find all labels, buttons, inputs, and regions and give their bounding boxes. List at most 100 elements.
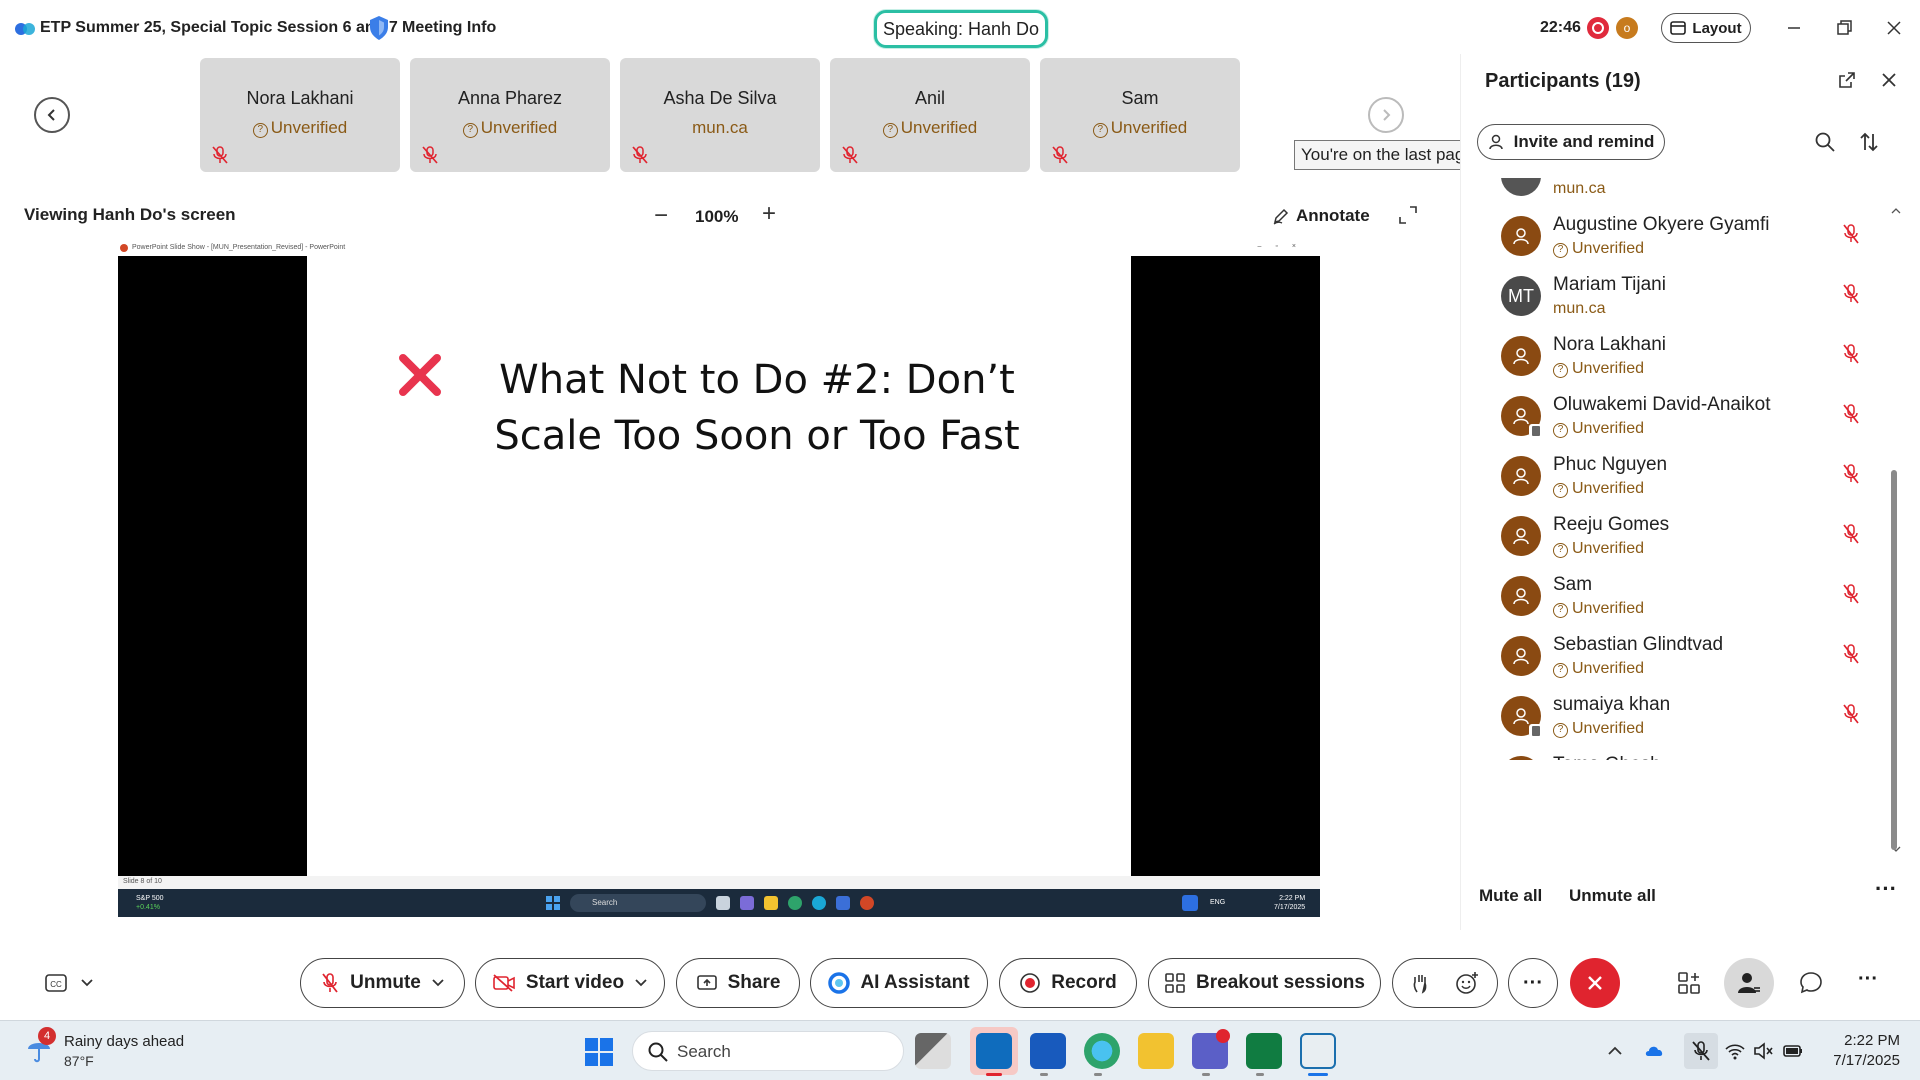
participant-avatar [1501, 456, 1541, 496]
layout-button[interactable]: Layout [1661, 13, 1751, 43]
participant-sub-label: Unverified [1572, 540, 1645, 557]
participant-thumbnail[interactable]: Anil? Unverified [830, 58, 1030, 172]
participant-sub-label: Unverified [1572, 720, 1645, 737]
participant-row[interactable]: MT Mariam Tijani mun.ca [1461, 268, 1901, 328]
captions-icon[interactable]: CC [44, 972, 100, 994]
participant-row[interactable]: Oluwakemi David-Anaikot? Unverified [1461, 388, 1901, 448]
webex-logo-icon [15, 23, 35, 35]
more-options-button[interactable]: ··· [1508, 958, 1558, 1008]
participant-thumbnail[interactable]: Sam? Unverified [1040, 58, 1240, 172]
participant-avatar [1501, 178, 1541, 196]
breakout-label: Breakout sessions [1196, 972, 1365, 993]
close-window-icon[interactable] [1882, 16, 1906, 40]
chat-icon[interactable] [1798, 970, 1824, 996]
mic-muted-icon[interactable] [1843, 224, 1859, 244]
participant-row-partial[interactable]: mun.ca [1461, 178, 1901, 208]
participant-thumbnail[interactable]: Asha De Silva mun.ca [620, 58, 820, 172]
unmute-all-button[interactable]: Unmute all [1569, 886, 1656, 906]
ai-assistant-button[interactable]: AI Assistant [810, 958, 988, 1008]
webex-app-icon[interactable] [1300, 1033, 1336, 1069]
search-icon[interactable] [1814, 131, 1836, 153]
close-panel-icon[interactable] [1879, 70, 1899, 90]
meeting-info-button[interactable]: Meeting Info [402, 19, 496, 37]
excel-running-indicator [1256, 1073, 1264, 1076]
zoom-out-button[interactable]: − [654, 204, 668, 228]
word-icon[interactable] [1030, 1033, 1066, 1069]
raise-hand-icon[interactable] [1411, 972, 1431, 994]
annotate-button[interactable]: Annotate [1272, 206, 1370, 226]
record-button[interactable]: Record [999, 958, 1137, 1008]
participant-row[interactable]: sumaiya khan? Unverified [1461, 688, 1901, 748]
scrollbar-thumb[interactable] [1891, 470, 1897, 850]
share-button[interactable]: Share [676, 958, 800, 1008]
onedrive-cloud-icon[interactable] [1644, 1040, 1666, 1062]
unmute-button[interactable]: Unmute [300, 958, 465, 1008]
next-page-button[interactable] [1368, 97, 1404, 133]
person-icon [1513, 528, 1529, 545]
participant-thumbnail[interactable]: Nora Lakhani? Unverified [200, 58, 400, 172]
reactions-icon[interactable] [1455, 971, 1479, 995]
task-view-icon[interactable] [915, 1033, 951, 1069]
end-call-button[interactable] [1570, 958, 1620, 1008]
user-avatar[interactable]: o [1616, 17, 1638, 39]
mic-muted-icon[interactable] [1843, 644, 1859, 664]
popout-icon[interactable] [1837, 70, 1857, 90]
mic-muted-icon[interactable] [1843, 464, 1859, 484]
edge-icon[interactable] [1084, 1033, 1120, 1069]
mute-all-button[interactable]: Mute all [1479, 886, 1542, 906]
participant-avatar [1501, 336, 1541, 376]
mic-muted-icon[interactable] [1843, 344, 1859, 364]
show-hidden-icons-chevron-up-icon[interactable] [1604, 1040, 1626, 1062]
windows-start-button-icon[interactable] [584, 1037, 614, 1067]
chevron-down-icon[interactable] [431, 978, 445, 988]
participant-row[interactable]: Phuc Nguyen? Unverified [1461, 448, 1901, 508]
mic-muted-icon[interactable] [1843, 584, 1859, 604]
prev-page-button[interactable] [34, 97, 70, 133]
participant-row[interactable]: Augustine Okyere Gyamfi? Unverified [1461, 208, 1901, 268]
scroll-up-icon[interactable] [1891, 206, 1901, 216]
participant-row[interactable]: Reeju Gomes? Unverified [1461, 508, 1901, 568]
restore-icon[interactable] [1832, 16, 1856, 40]
start-video-button[interactable]: Start video [475, 958, 665, 1008]
mic-muted-icon[interactable] [1843, 284, 1859, 304]
unverified-icon: ? [1092, 123, 1108, 138]
participant-sub-label: Unverified [1572, 420, 1645, 437]
unverified-icon: ? [1553, 723, 1568, 738]
breakout-sessions-button[interactable]: Breakout sessions [1148, 958, 1381, 1008]
weather-title[interactable]: Rainy days ahead [64, 1033, 184, 1050]
panel-more-icon[interactable]: ··· [1875, 876, 1897, 902]
apps-icon[interactable] [1676, 970, 1702, 996]
mic-muted-icon[interactable] [1843, 704, 1859, 724]
excel-icon[interactable] [1246, 1033, 1282, 1069]
invite-and-remind-button[interactable]: Invite and remind [1477, 124, 1665, 160]
shield-icon[interactable] [368, 15, 390, 41]
participant-thumbnail[interactable]: Anna Pharez? Unverified [410, 58, 610, 172]
shared-date: 7/17/2025 [1274, 904, 1306, 911]
mic-muted-tray-icon[interactable] [1690, 1040, 1712, 1062]
minimize-icon[interactable] [1782, 16, 1806, 40]
volume-muted-icon[interactable] [1752, 1040, 1774, 1062]
mic-muted-icon[interactable] [1843, 524, 1859, 544]
taskbar-search-box[interactable]: Search [632, 1031, 904, 1071]
wifi-icon[interactable] [1724, 1040, 1746, 1062]
overflow-menu-icon[interactable]: ··· [1858, 968, 1884, 994]
zoom-in-button[interactable]: + [762, 202, 776, 226]
sort-icon[interactable] [1858, 131, 1880, 153]
chevron-down-icon[interactable] [634, 978, 648, 988]
fullscreen-icon[interactable] [1398, 205, 1418, 225]
last-page-tooltip: You're on the last page [1294, 140, 1481, 170]
participant-row[interactable]: Sam? Unverified [1461, 568, 1901, 628]
participant-row[interactable]: Tama Ghosh?Unverified [1461, 748, 1901, 760]
mic-muted-icon[interactable] [1843, 404, 1859, 424]
taskbar-clock[interactable]: 2:22 PM 7/17/2025 [1800, 1031, 1900, 1071]
unmute-label: Unmute [350, 972, 421, 993]
outlook-icon[interactable] [976, 1033, 1012, 1069]
thumbnail-sub: ? Unverified [830, 118, 1030, 138]
edge-running-indicator [1094, 1073, 1102, 1076]
file-explorer-icon[interactable] [1138, 1033, 1174, 1069]
participant-row[interactable]: Nora Lakhani? Unverified [1461, 328, 1901, 388]
participant-row[interactable]: Sebastian Glindtvad? Unverified [1461, 628, 1901, 688]
participant-name: sumaiya khan [1553, 694, 1671, 715]
participants-button[interactable] [1724, 958, 1774, 1008]
shared-screen[interactable]: PowerPoint Slide Show - [MUN_Presentatio… [118, 241, 1320, 917]
